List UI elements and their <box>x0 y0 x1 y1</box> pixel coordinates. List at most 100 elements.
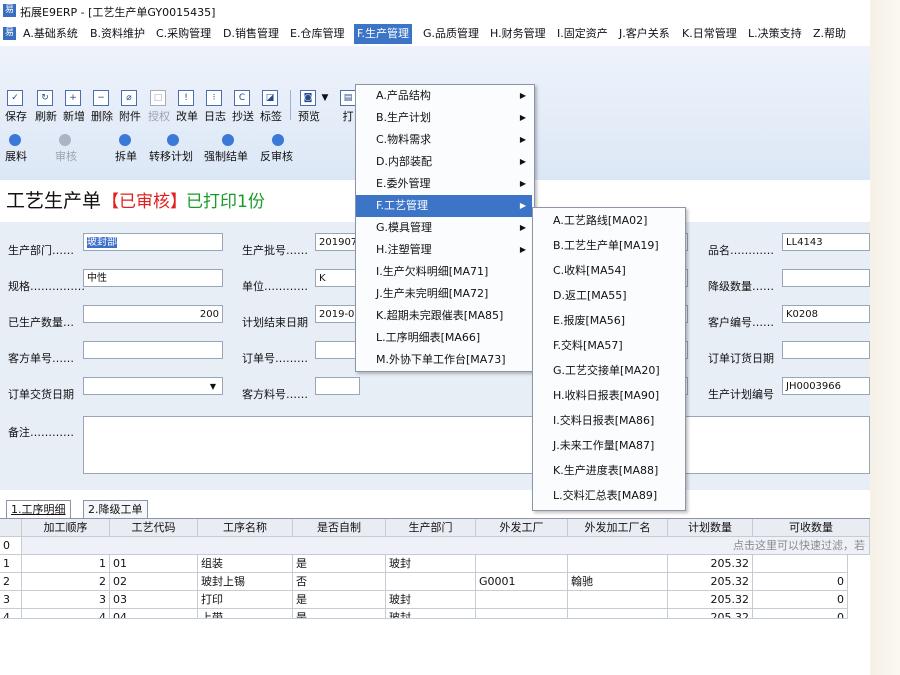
menu-logo-icon[interactable]: 易 <box>3 27 16 40</box>
cell-plan-qty[interactable]: 205.32 <box>668 609 753 619</box>
cell-plan-qty[interactable]: 205.32 <box>668 591 753 609</box>
cell-receivable-qty[interactable]: 0 <box>753 609 848 619</box>
cell-name[interactable]: 玻封上锡 <box>198 573 293 591</box>
modify-order-button[interactable]: ! 改单 <box>176 90 198 124</box>
authorize-button[interactable]: □ 授权 <box>148 90 170 124</box>
cell-code[interactable]: 03 <box>110 591 198 609</box>
cell-ext-factory[interactable] <box>476 591 568 609</box>
cell-ext-factory-name[interactable] <box>568 591 668 609</box>
grid-header-ext-factory[interactable]: 外发工厂 <box>476 519 568 537</box>
delete-button[interactable]: − 删除 <box>91 90 113 124</box>
dropdown-arrow-icon[interactable]: ▼ <box>210 378 216 394</box>
batch-no-field[interactable]: 201907 <box>315 233 360 251</box>
plan-no-field[interactable]: JH0003966 <box>782 377 870 395</box>
cell-dept[interactable]: 玻封 <box>386 555 476 573</box>
menu-item-shortage-detail[interactable]: I.生产欠料明细[MA71] <box>356 261 532 283</box>
attachment-button[interactable]: ⌀ 附件 <box>119 90 141 124</box>
cell-seq[interactable]: 2 <box>22 573 110 591</box>
submenu-item-rework[interactable]: D.返工[MA55] <box>533 285 683 307</box>
submenu-item-craft-handover[interactable]: G.工艺交接单[MA20] <box>533 360 683 382</box>
grid-header-name[interactable]: 工序名称 <box>198 519 293 537</box>
cell-self-made[interactable]: 否 <box>293 573 386 591</box>
spec-field[interactable]: 中性 <box>83 269 223 287</box>
cell-plan-qty[interactable]: 205.32 <box>668 573 753 591</box>
menu-item-mold-management[interactable]: G.模具管理 ▶ <box>356 217 532 239</box>
menu-item-overdue-report[interactable]: K.超期未完跟催表[MA85] <box>356 305 532 327</box>
order-delivery-date-field[interactable]: ▼ <box>83 377 223 395</box>
menu-basic-system[interactable]: A.基础系统 <box>20 24 81 44</box>
menu-item-production-plan[interactable]: B.生产计划 ▶ <box>356 107 532 129</box>
grid-header-self-made[interactable]: 是否自制 <box>293 519 386 537</box>
unit-field[interactable]: K <box>315 269 360 287</box>
menu-purchase[interactable]: C.采购管理 <box>153 24 214 44</box>
product-name-field[interactable]: LL4143 <box>782 233 870 251</box>
cell-seq[interactable]: 1 <box>22 555 110 573</box>
menu-sales[interactable]: D.销售管理 <box>220 24 282 44</box>
refresh-button[interactable]: ↻ 刷新 <box>35 90 57 124</box>
menu-item-product-structure[interactable]: A.产品结构 ▶ <box>356 85 532 107</box>
expand-material-button[interactable]: 展料 <box>5 134 27 164</box>
order-no-field[interactable] <box>315 341 360 359</box>
menu-item-unfinished-detail[interactable]: J.生产未完明细[MA72] <box>356 283 532 305</box>
grid-header-receivable-qty[interactable]: 可收数量 <box>753 519 870 537</box>
cell-receivable-qty[interactable] <box>753 555 848 573</box>
cell-name[interactable]: 上带 <box>198 609 293 619</box>
cc-button[interactable]: C 抄送 <box>232 90 254 124</box>
menu-item-outsourcing[interactable]: E.委外管理 ▶ <box>356 173 532 195</box>
customer-order-no-field[interactable] <box>83 341 223 359</box>
menu-item-internal-assembly[interactable]: D.内部装配 ▶ <box>356 151 532 173</box>
cell-dept[interactable]: 玻封 <box>386 609 476 619</box>
downgrade-qty-field[interactable] <box>782 269 870 287</box>
cell-name[interactable]: 打印 <box>198 591 293 609</box>
preview-button[interactable]: ◙ 预览 <box>298 90 320 124</box>
submenu-item-craft-production-order[interactable]: B.工艺生产单[MA19] <box>533 235 683 257</box>
submenu-item-deliver-summary[interactable]: L.交料汇总表[MA89] <box>533 485 683 507</box>
menu-item-process-detail-report[interactable]: L.工序明细表[MA66] <box>356 327 532 349</box>
transfer-plan-button[interactable]: 转移计划 <box>149 134 193 164</box>
customer-material-no-field[interactable] <box>315 377 360 395</box>
submenu-item-receive-material[interactable]: C.收料[MA54] <box>533 260 683 282</box>
cell-code[interactable]: 01 <box>110 555 198 573</box>
grid-header-ext-factory-name[interactable]: 外发加工厂名 <box>568 519 668 537</box>
submenu-item-progress-report[interactable]: K.生产进度表[MA88] <box>533 460 683 482</box>
cell-receivable-qty[interactable]: 0 <box>753 573 848 591</box>
submenu-item-deliver-material[interactable]: F.交料[MA57] <box>533 335 683 357</box>
cell-code[interactable]: 04 <box>110 609 198 619</box>
menu-help[interactable]: Z.帮助 <box>810 24 849 44</box>
submenu-item-receive-daily-report[interactable]: H.收料日报表[MA90] <box>533 385 683 407</box>
menu-daily[interactable]: K.日常管理 <box>679 24 740 44</box>
submenu-item-scrap[interactable]: E.报废[MA56] <box>533 310 683 332</box>
unapprove-button[interactable]: 反审核 <box>260 134 293 164</box>
menu-decision[interactable]: L.决策支持 <box>745 24 805 44</box>
cell-ext-factory[interactable]: G0001 <box>476 573 568 591</box>
grid-header-code[interactable]: 工艺代码 <box>110 519 198 537</box>
split-order-button[interactable]: 拆单 <box>115 134 137 164</box>
tag-button[interactable]: ◪ 标签 <box>260 90 282 124</box>
cell-plan-qty[interactable]: 205.32 <box>668 555 753 573</box>
preview-dropdown-button[interactable]: ▼ <box>320 90 330 103</box>
cell-self-made[interactable]: 是 <box>293 591 386 609</box>
approve-button[interactable]: 审核 <box>55 134 77 164</box>
quick-filter-row[interactable]: 点击这里可以快速过滤，若 <box>22 537 870 555</box>
plan-end-date-field[interactable]: 2019-0 <box>315 305 360 323</box>
cell-dept[interactable]: 玻封 <box>386 591 476 609</box>
cell-ext-factory-name[interactable] <box>568 609 668 619</box>
cell-seq[interactable]: 3 <box>22 591 110 609</box>
remark-field[interactable] <box>83 416 870 474</box>
cell-receivable-qty[interactable]: 0 <box>753 591 848 609</box>
cell-ext-factory-name[interactable]: 翰驰 <box>568 573 668 591</box>
production-dept-field[interactable]: 玻封部 <box>83 233 223 251</box>
menu-data-maintenance[interactable]: B.资料维护 <box>87 24 148 44</box>
menu-quality[interactable]: G.品质管理 <box>420 24 482 44</box>
add-button[interactable]: + 新增 <box>63 90 85 124</box>
cell-ext-factory[interactable] <box>476 555 568 573</box>
menu-finance[interactable]: H.财务管理 <box>487 24 549 44</box>
order-date-field[interactable] <box>782 341 870 359</box>
menu-customer-relations[interactable]: J.客户关系 <box>616 24 673 44</box>
cell-ext-factory-name[interactable] <box>568 555 668 573</box>
customer-code-field[interactable]: K0208 <box>782 305 870 323</box>
cell-self-made[interactable]: 是 <box>293 555 386 573</box>
grid-header-dept[interactable]: 生产部门 <box>386 519 476 537</box>
submenu-item-craft-route[interactable]: A.工艺路线[MA02] <box>533 210 683 232</box>
cell-self-made[interactable]: 是 <box>293 609 386 619</box>
